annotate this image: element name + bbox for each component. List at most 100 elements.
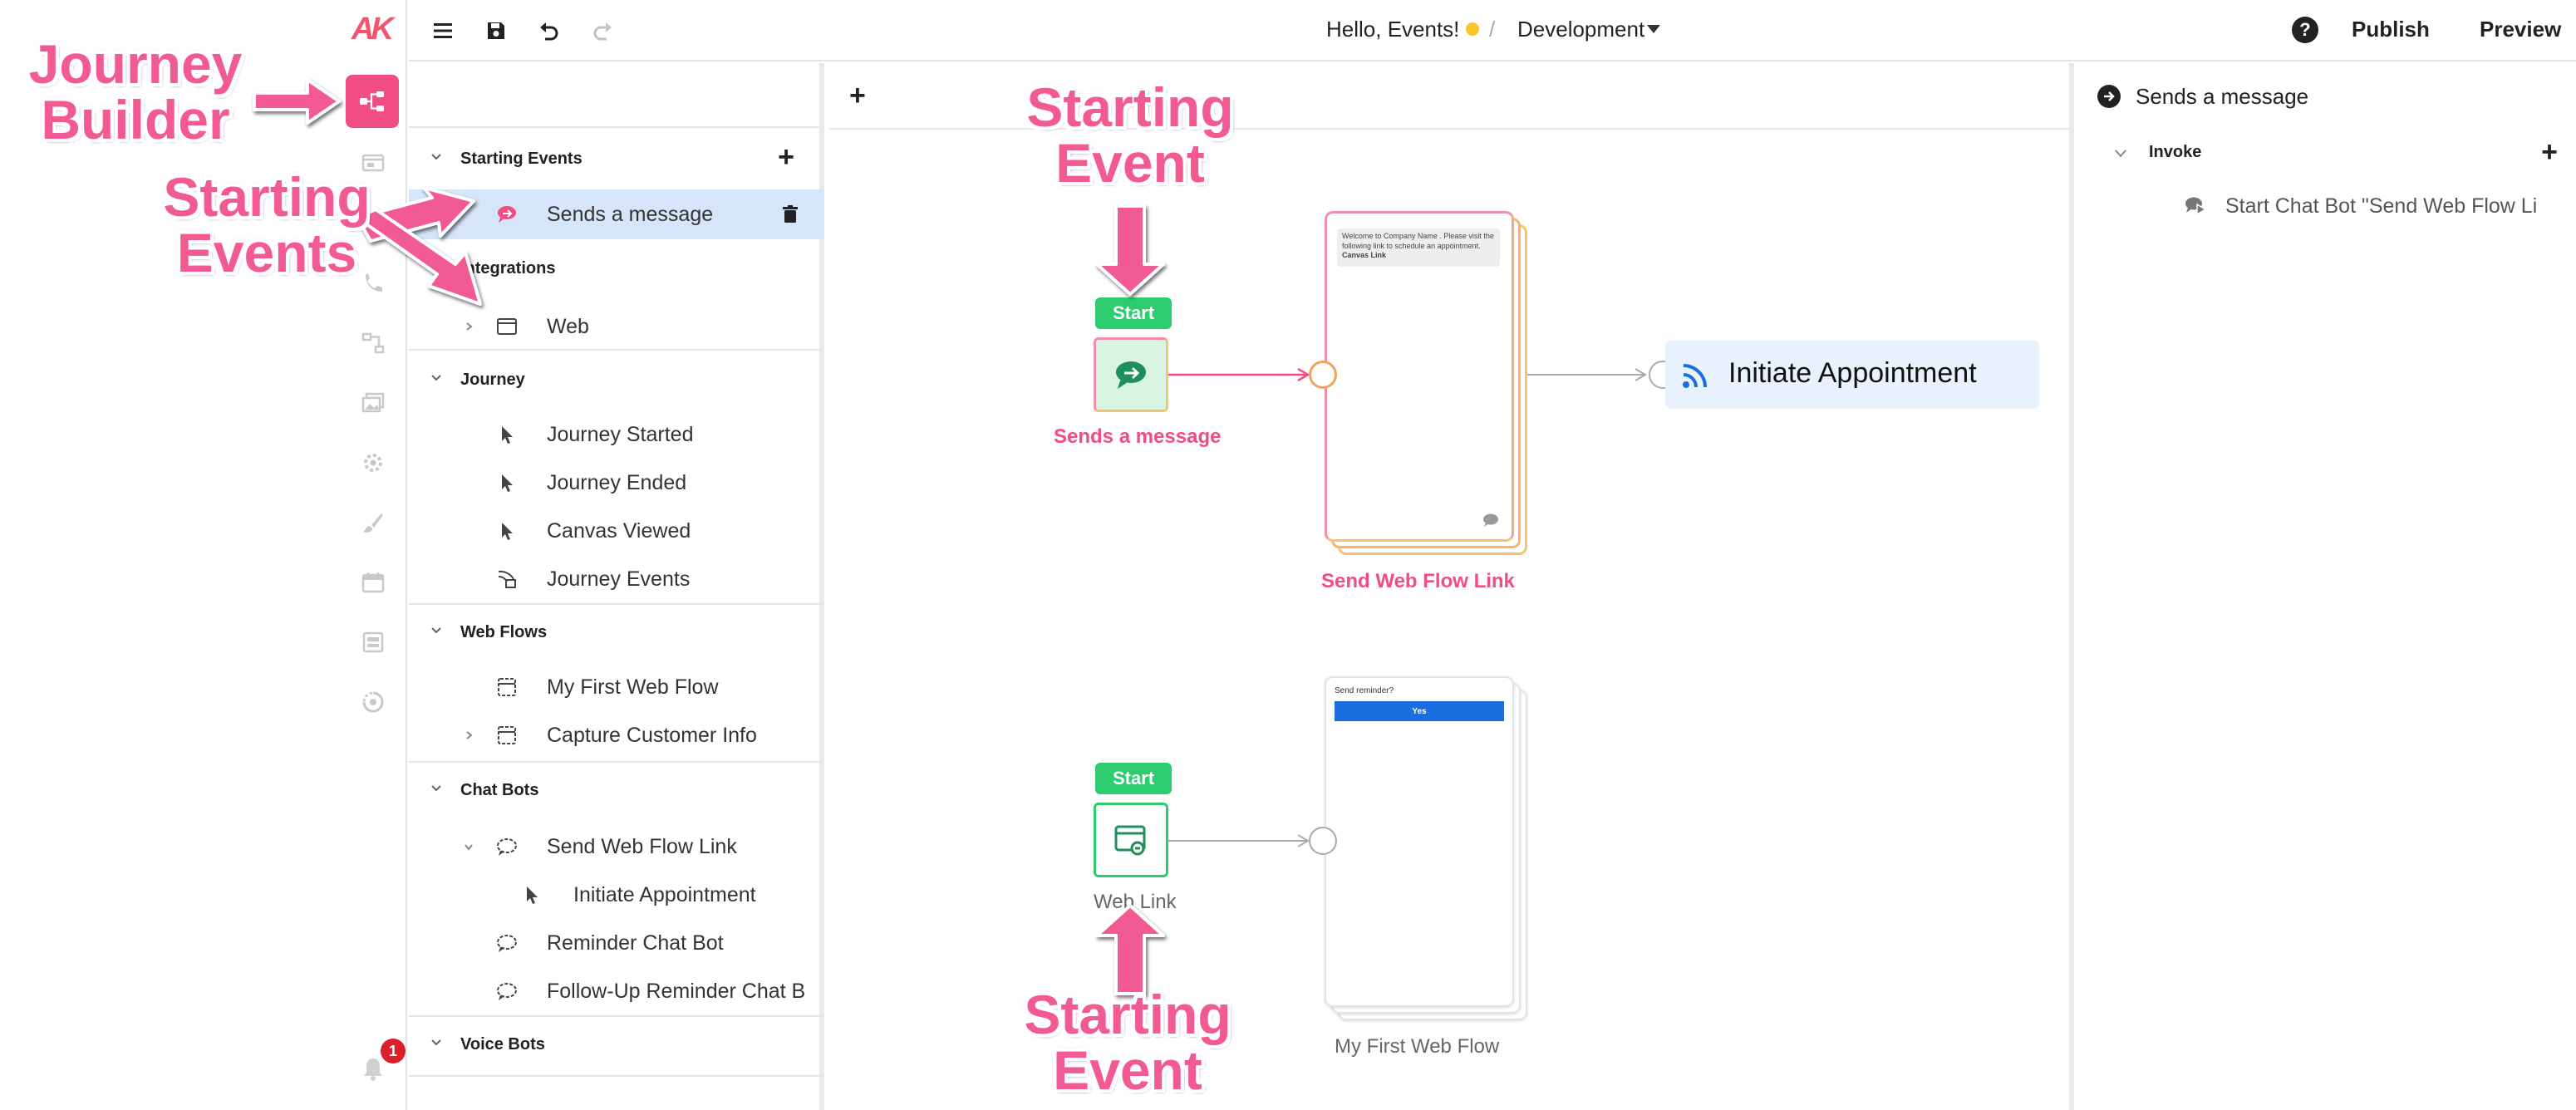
media-nav-icon[interactable]	[359, 390, 387, 415]
integrations-nav-icon[interactable]	[359, 690, 387, 715]
list-item-capture-customer-info[interactable]: Capture Customer Info	[409, 713, 824, 758]
chat-bot-card-send-web-flow-link[interactable]: Welcome to Company Name . Please visit t…	[1325, 211, 1514, 542]
undo-icon	[540, 22, 558, 41]
cursor-pointer-icon	[495, 423, 519, 446]
list-item-my-first-web-flow[interactable]: My First Web Flow	[409, 665, 824, 710]
notifications-bell-icon[interactable]	[359, 1055, 387, 1083]
section-starting-events[interactable]: Starting Events +	[409, 138, 824, 179]
list-item-canvas-viewed[interactable]: Canvas Viewed	[409, 508, 824, 553]
chat-bubble-icon	[1483, 513, 1498, 527]
caret-down-icon[interactable]	[1647, 25, 1660, 33]
annotation-line: Event	[1055, 132, 1205, 194]
help-icon[interactable]: ?	[2292, 17, 2318, 43]
invoke-item-start-chat-bot[interactable]: Start Chat Bot "Send Web Flow Li	[2179, 188, 2576, 221]
journey-title[interactable]: Hello, Events!	[1326, 17, 1480, 42]
app-logo[interactable]: AK	[351, 12, 394, 48]
list-item-label: Sends a message	[547, 202, 714, 226]
rss-icon	[1683, 364, 1707, 388]
invoke-section[interactable]: Invoke +	[2109, 136, 2574, 171]
target-node-label: Initiate Appointment	[1728, 357, 1977, 389]
preview-button[interactable]: Preview	[2480, 17, 2561, 42]
list-item-initiate-appointment[interactable]: Initiate Appointment	[409, 872, 824, 917]
publish-button[interactable]: Publish	[2352, 17, 2430, 42]
list-item-label: Web	[547, 314, 589, 338]
delete-trash-icon[interactable]	[781, 204, 799, 224]
browser-window-icon	[495, 315, 519, 338]
annotation-line: Builder	[41, 89, 230, 151]
target-node-initiate-appointment[interactable]: Initiate Appointment	[1665, 341, 2039, 409]
trigger-node-web-link[interactable]	[1094, 803, 1168, 877]
chevron-down-icon[interactable]	[2114, 148, 2127, 160]
notification-count-badge: 1	[381, 1039, 406, 1063]
arrow-right-circle-icon	[2097, 85, 2121, 108]
integrations-title: Integrations	[460, 258, 556, 278]
hamburger-icon	[434, 23, 452, 38]
start-chat-bot-icon	[2185, 197, 2207, 216]
list-item-web[interactable]: Web	[409, 304, 824, 349]
rss-event-icon	[495, 567, 519, 591]
top-bar: Hello, Events! / Development ? Publish P…	[409, 0, 2576, 61]
list-item-journey-started[interactable]: Journey Started	[409, 412, 824, 457]
list-item-journey-events[interactable]: Journey Events	[409, 557, 824, 602]
trigger-node-sends-a-message[interactable]	[1094, 337, 1168, 412]
list-item-follow-up-reminder-chat-bot[interactable]: Follow-Up Reminder Chat B	[409, 969, 824, 1014]
chat-message-icon	[495, 203, 519, 226]
annotation-starting-event-top: Starting Event	[1018, 76, 1242, 194]
list-item-label: Canvas Viewed	[547, 518, 691, 543]
cursor-pointer-icon	[520, 883, 543, 906]
connection-point[interactable]	[1309, 361, 1337, 389]
web-flow-card-my-first-web-flow[interactable]: Send reminder? Yes	[1325, 676, 1514, 1007]
list-item-send-web-flow-link[interactable]: Send Web Flow Link	[409, 824, 824, 869]
list-item-label: Journey Events	[547, 567, 691, 591]
connection-point[interactable]	[1309, 827, 1337, 855]
web-flow-icon	[495, 675, 519, 699]
add-starting-event-button[interactable]: +	[778, 141, 794, 174]
list-item-label: Initiate Appointment	[573, 882, 756, 906]
chevron-right-icon[interactable]	[464, 730, 474, 740]
journey-canvas[interactable]: + Start Sends a message Welcome to Compa…	[829, 63, 2069, 1110]
annotation-line: Starting	[1024, 984, 1231, 1045]
panel-search-area	[409, 63, 819, 128]
journey-builder-nav-button[interactable]	[346, 75, 399, 128]
divider	[409, 1075, 824, 1077]
list-item-journey-ended[interactable]: Journey Ended	[409, 460, 824, 505]
calendar-nav-icon[interactable]	[359, 570, 387, 595]
annotation-line: Journey	[28, 33, 243, 95]
redo-button[interactable]	[587, 15, 618, 47]
list-item-reminder-chat-bot[interactable]: Reminder Chat Bot	[409, 921, 824, 965]
settings-nav-icon[interactable]	[359, 450, 387, 475]
web-flow-question: Send reminder?	[1335, 686, 1394, 695]
section-title: Starting Events	[460, 149, 583, 168]
chat-bot-icon	[495, 980, 519, 1003]
section-journey[interactable]: Journey	[409, 359, 824, 400]
section-chat-bots[interactable]: Chat Bots	[409, 769, 824, 811]
add-invoke-button[interactable]: +	[2541, 136, 2558, 169]
divider	[409, 1015, 824, 1017]
breadcrumb-separator: /	[1489, 17, 1496, 42]
web-flow-yes-button[interactable]: Yes	[1335, 701, 1504, 721]
undo-button[interactable]	[533, 15, 565, 47]
chevron-right-icon[interactable]	[464, 322, 474, 332]
chevron-down-icon	[431, 627, 441, 634]
section-title: Voice Bots	[460, 1034, 545, 1054]
section-title: Web Flows	[460, 622, 548, 641]
properties-title: Sends a message	[2136, 83, 2309, 109]
save-button[interactable]	[480, 15, 512, 47]
environment-selector[interactable]: Development	[1517, 17, 1644, 42]
annotation-line: Starting	[1026, 76, 1234, 138]
chevron-down-icon[interactable]	[464, 842, 474, 852]
section-title: Journey	[460, 370, 525, 389]
annotation-line: Starting	[163, 166, 371, 228]
form-nav-icon[interactable]	[359, 630, 387, 655]
section-title: Chat Bots	[460, 780, 539, 799]
workflow-nav-icon[interactable]	[359, 331, 387, 356]
list-item-sends-a-message[interactable]: Sends a message	[409, 189, 824, 239]
menu-button[interactable]	[427, 15, 459, 47]
trigger-node-label: Sends a message	[1054, 425, 1222, 448]
brush-nav-icon[interactable]	[359, 510, 387, 535]
section-voice-bots[interactable]: Voice Bots	[409, 1024, 824, 1065]
annotation-line: Event	[1053, 1039, 1202, 1102]
section-web-flows[interactable]: Web Flows	[409, 611, 824, 653]
web-flow-icon	[495, 724, 519, 747]
annotation-starting-event-bottom: Starting Event	[1015, 984, 1240, 1102]
